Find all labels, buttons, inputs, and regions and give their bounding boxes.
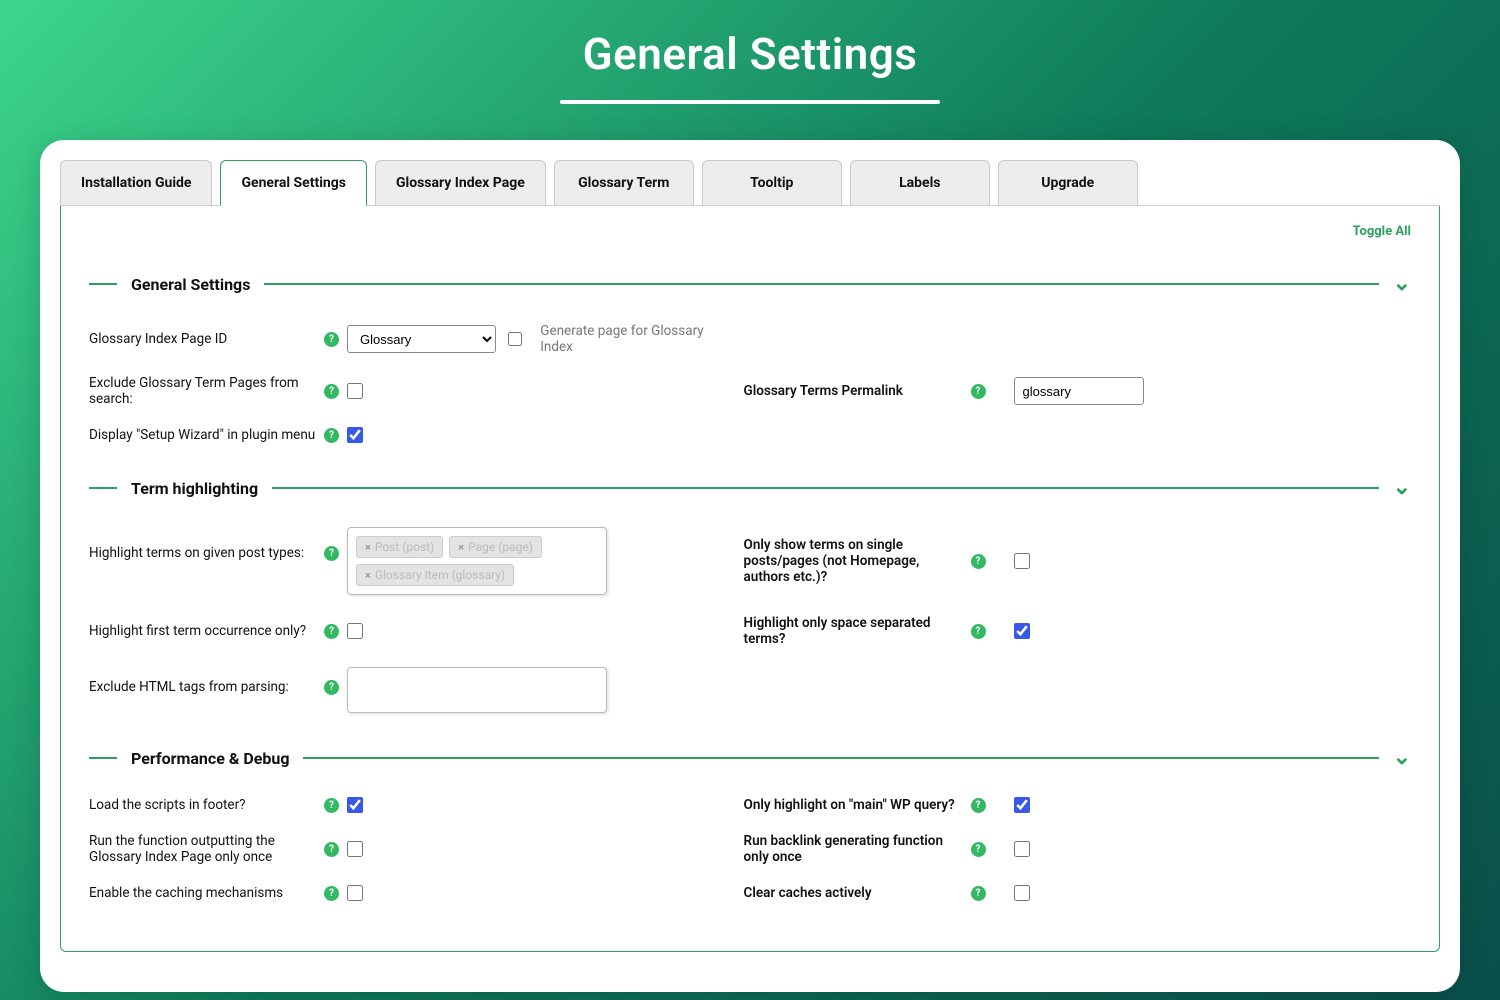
tab-tooltip[interactable]: Tooltip xyxy=(702,160,842,205)
checkbox-backlink-once[interactable] xyxy=(1014,841,1030,857)
section-header-highlighting: Term highlighting ⌄ xyxy=(89,477,1411,499)
help-icon[interactable]: ? xyxy=(324,546,339,561)
section-line xyxy=(89,283,117,285)
help-icon[interactable]: ? xyxy=(324,384,339,399)
checkbox-setup-wizard[interactable] xyxy=(347,427,363,443)
select-index-page[interactable]: Glossary xyxy=(347,325,496,353)
help-icon[interactable]: ? xyxy=(324,680,339,695)
label-permalink: Glossary Terms Permalink xyxy=(744,383,965,399)
checkbox-exclude-search[interactable] xyxy=(347,383,363,399)
label-space-separated: Highlight only space separated terms? xyxy=(744,615,965,647)
label-setup-wizard: Display "Setup Wizard" in plugin menu xyxy=(89,427,318,443)
label-index-once: Run the function outputting the Glossary… xyxy=(89,833,318,865)
section-header-performance: Performance & Debug ⌄ xyxy=(89,747,1411,769)
toggle-all-link[interactable]: Toggle All xyxy=(89,224,1411,249)
tab-glossary-term[interactable]: Glossary Term xyxy=(554,160,694,205)
tag-post[interactable]: ×Post (post) xyxy=(356,536,443,558)
tagbox-post-types[interactable]: ×Post (post) ×Page (page) ×Glossary Item… xyxy=(347,527,607,595)
tabs: Installation Guide General Settings Glos… xyxy=(60,160,1440,206)
close-icon[interactable]: × xyxy=(458,541,464,554)
tag-glossary[interactable]: ×Glossary Item (glossary) xyxy=(356,564,514,586)
label-main-query: Only highlight on "main" WP query? xyxy=(744,797,965,813)
help-icon[interactable]: ? xyxy=(971,384,986,399)
tab-general-settings[interactable]: General Settings xyxy=(220,160,367,206)
section-line xyxy=(272,487,1378,489)
close-icon[interactable]: × xyxy=(365,541,371,554)
help-icon[interactable]: ? xyxy=(324,842,339,857)
help-icon[interactable]: ? xyxy=(324,798,339,813)
title-underline xyxy=(560,100,940,104)
tag-page[interactable]: ×Page (page) xyxy=(449,536,542,558)
label-caching: Enable the caching mechanisms xyxy=(89,885,318,901)
section-title-performance: Performance & Debug xyxy=(131,749,289,768)
section-line xyxy=(264,283,1378,285)
tab-upgrade[interactable]: Upgrade xyxy=(998,160,1138,205)
tab-labels[interactable]: Labels xyxy=(850,160,990,205)
tab-glossary-index-page[interactable]: Glossary Index Page xyxy=(375,160,546,205)
help-icon[interactable]: ? xyxy=(324,332,339,347)
help-icon[interactable]: ? xyxy=(324,886,339,901)
section-line xyxy=(89,487,117,489)
checkbox-single-posts[interactable] xyxy=(1014,553,1030,569)
section-line xyxy=(89,757,117,759)
chevron-down-icon[interactable]: ⌄ xyxy=(1393,747,1411,769)
checkbox-space-separated[interactable] xyxy=(1014,623,1030,639)
label-single-posts: Only show terms on single posts/pages (n… xyxy=(744,537,965,585)
label-post-types: Highlight terms on given post types: xyxy=(89,545,318,561)
help-icon[interactable]: ? xyxy=(971,798,986,813)
help-icon[interactable]: ? xyxy=(971,624,986,639)
checkbox-index-once[interactable] xyxy=(347,841,363,857)
help-icon[interactable]: ? xyxy=(971,842,986,857)
label-backlink-once: Run backlink generating function only on… xyxy=(744,833,965,865)
label-first-occurrence: Highlight first term occurrence only? xyxy=(89,623,318,639)
checkbox-scripts-footer[interactable] xyxy=(347,797,363,813)
label-index-page-id: Glossary Index Page ID xyxy=(89,331,318,347)
checkbox-first-occurrence[interactable] xyxy=(347,623,363,639)
tab-content: Toggle All General Settings ⌄ Glossary I… xyxy=(60,206,1440,952)
help-icon[interactable]: ? xyxy=(971,886,986,901)
checkbox-clear-cache[interactable] xyxy=(1014,885,1030,901)
section-title-general: General Settings xyxy=(131,275,250,294)
input-permalink[interactable] xyxy=(1014,377,1144,405)
settings-panel: Installation Guide General Settings Glos… xyxy=(40,140,1460,992)
section-line xyxy=(303,757,1378,759)
checkbox-caching[interactable] xyxy=(347,885,363,901)
tagbox-exclude-tags[interactable] xyxy=(347,667,607,713)
help-icon[interactable]: ? xyxy=(971,554,986,569)
label-generate-page: Generate page for Glossary Index xyxy=(540,323,723,355)
tab-installation-guide[interactable]: Installation Guide xyxy=(60,160,212,205)
section-header-general: General Settings ⌄ xyxy=(89,273,1411,295)
help-icon[interactable]: ? xyxy=(324,624,339,639)
page-title: General Settings xyxy=(0,0,1500,92)
label-exclude-search: Exclude Glossary Term Pages from search: xyxy=(89,375,318,407)
label-scripts-footer: Load the scripts in footer? xyxy=(89,797,318,813)
label-clear-cache: Clear caches actively xyxy=(744,885,965,901)
section-title-highlighting: Term highlighting xyxy=(131,479,258,498)
chevron-down-icon[interactable]: ⌄ xyxy=(1393,273,1411,295)
help-icon[interactable]: ? xyxy=(324,428,339,443)
close-icon[interactable]: × xyxy=(365,569,371,582)
checkbox-generate-page[interactable] xyxy=(508,331,523,347)
chevron-down-icon[interactable]: ⌄ xyxy=(1393,477,1411,499)
checkbox-main-query[interactable] xyxy=(1014,797,1030,813)
label-exclude-tags: Exclude HTML tags from parsing: xyxy=(89,679,318,695)
